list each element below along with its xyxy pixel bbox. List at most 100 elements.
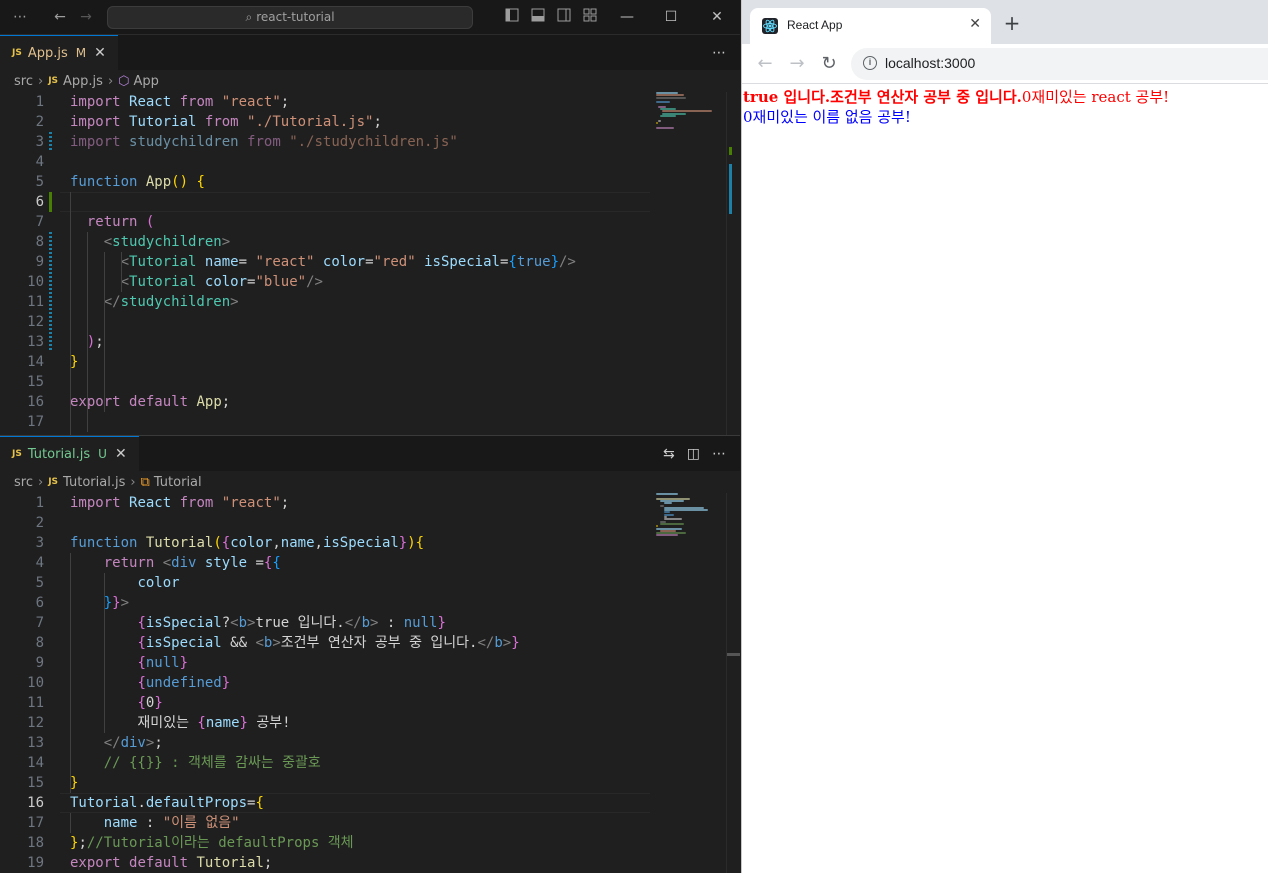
more-actions-icon[interactable]: ⋯ xyxy=(712,446,726,462)
code-line[interactable]: 18};//Tutorial이라는 defaultProps 객체 xyxy=(0,833,650,853)
tab-app-js[interactable]: JS App.js M ✕ xyxy=(0,35,118,70)
javascript-file-icon: JS xyxy=(12,449,22,459)
code-line[interactable]: 1 import React from "react"; xyxy=(0,493,650,513)
code-line[interactable]: 19 export default Tutorial; xyxy=(0,853,650,873)
symbol-method-icon: ⬡ xyxy=(118,73,130,89)
close-tab-icon[interactable]: ✕ xyxy=(94,45,106,61)
code-line[interactable]: 6 xyxy=(0,192,650,212)
minimap[interactable] xyxy=(656,92,726,132)
code-line[interactable]: 13 </div>; xyxy=(0,733,650,753)
back-arrow-icon[interactable]: ← xyxy=(50,8,70,26)
code-line[interactable]: 11 </studychildren> xyxy=(0,292,650,312)
code-line[interactable]: 16 export default App; xyxy=(0,392,650,412)
minimize-icon[interactable]: — xyxy=(616,6,638,28)
info-icon[interactable]: i xyxy=(863,56,877,70)
code-line[interactable]: 3 function Tutorial({color,name,isSpecial… xyxy=(0,533,650,553)
code-line[interactable]: 10 <Tutorial color="blue"/> xyxy=(0,272,650,292)
code-line[interactable]: 12 xyxy=(0,312,650,332)
open-changes-icon[interactable]: ⇆ xyxy=(663,446,675,462)
minimap[interactable] xyxy=(656,493,726,537)
code-line[interactable]: 12 재미있는 {name} 공부! xyxy=(0,713,650,733)
breadcrumb-file[interactable]: Tutorial.js xyxy=(63,475,125,490)
browser-tab-strip: React App ✕ + xyxy=(742,0,1268,44)
forward-arrow-icon[interactable]: → xyxy=(785,52,809,76)
breadcrumb: src › JS App.js › ⬡ App xyxy=(0,70,740,92)
code-line[interactable]: 10 {undefined} xyxy=(0,673,650,693)
breadcrumb-folder[interactable]: src xyxy=(14,74,33,89)
git-change-marker[interactable] xyxy=(49,252,52,272)
git-change-marker[interactable] xyxy=(49,192,52,212)
code-line[interactable]: 14 // {{}} : 객체를 감싸는 중괄호 xyxy=(0,753,650,773)
code-line[interactable]: 6 }}> xyxy=(0,593,650,613)
code-line[interactable]: 17 name : "이름 없음" xyxy=(0,813,650,833)
git-change-marker[interactable] xyxy=(49,272,52,292)
code-line[interactable]: 5 function App() { xyxy=(0,172,650,192)
line-number: 8 xyxy=(35,635,44,651)
code-line[interactable]: 4 xyxy=(0,152,650,172)
tab-filename: App.js xyxy=(27,45,68,61)
more-actions-icon[interactable]: ⋯ xyxy=(712,45,726,61)
toggle-panel-icon[interactable] xyxy=(528,8,548,26)
maximize-icon[interactable]: ☐ xyxy=(660,6,682,28)
breadcrumb-symbol[interactable]: App xyxy=(134,74,159,89)
close-window-icon[interactable]: ✕ xyxy=(706,6,728,28)
search-text: react-tutorial xyxy=(256,10,335,24)
tab-filename: Tutorial.js xyxy=(27,446,91,462)
git-change-marker[interactable] xyxy=(49,232,52,252)
code-line[interactable]: 8 <studychildren> xyxy=(0,232,650,252)
special-bold-true: true 입니다. xyxy=(743,88,830,106)
more-icon[interactable]: ⋯ xyxy=(10,8,30,26)
editor-tutorial-js[interactable]: 1 import React from "react"; 2 3 function Tu… xyxy=(0,493,740,873)
tab-tutorial-js[interactable]: JS Tutorial.js U ✕ xyxy=(0,436,139,471)
git-change-marker[interactable] xyxy=(49,332,52,352)
close-tab-icon[interactable]: ✕ xyxy=(969,16,981,32)
breadcrumb-folder[interactable]: src xyxy=(14,475,33,490)
code-line[interactable]: 5 color xyxy=(0,573,650,593)
git-change-marker[interactable] xyxy=(49,292,52,312)
vertical-scrollbar[interactable] xyxy=(726,493,740,873)
code-line[interactable]: 8 {isSpecial && <b>조건부 연산자 공부 중 입니다.</b>… xyxy=(0,633,650,653)
forward-arrow-icon[interactable]: → xyxy=(76,8,96,26)
code-line[interactable]: 7 return ( xyxy=(0,212,650,232)
code-line[interactable]: 3 import studychildren from "./studychild… xyxy=(0,132,650,152)
code-text: {isSpecial?<b>true 입니다.</b> : null} xyxy=(137,615,446,631)
browser-tab[interactable]: React App ✕ xyxy=(750,8,991,44)
reload-icon[interactable]: ↻ xyxy=(817,52,841,76)
code-line[interactable]: 17 xyxy=(0,412,650,432)
address-bar[interactable]: i localhost:3000 xyxy=(851,48,1268,80)
breadcrumb-symbol[interactable]: Tutorial xyxy=(154,475,202,490)
output-text: 0재미있는 react 공부! xyxy=(1021,88,1170,106)
git-change-marker[interactable] xyxy=(49,312,52,332)
code-line[interactable]: 15} xyxy=(0,773,650,793)
line-number: 2 xyxy=(35,114,44,130)
code-line[interactable]: 2 xyxy=(0,513,650,533)
code-line[interactable]: 1 import React from "react"; xyxy=(0,92,650,112)
command-center-search[interactable]: ⌕ react-tutorial xyxy=(107,6,473,29)
code-line[interactable]: 11 {0} xyxy=(0,693,650,713)
code-line[interactable]: 2 import Tutorial from "./Tutorial.js"; xyxy=(0,112,650,132)
git-change-marker[interactable] xyxy=(49,132,52,152)
code-text: {0} xyxy=(137,695,163,711)
code-line[interactable]: 9 <Tutorial name= "react" color="red" is… xyxy=(0,252,650,272)
close-tab-icon[interactable]: ✕ xyxy=(115,446,127,462)
customize-layout-icon[interactable] xyxy=(580,8,600,26)
line-number: 8 xyxy=(35,234,44,250)
indent-guide xyxy=(104,573,105,613)
code-line[interactable]: 15 xyxy=(0,372,650,392)
breadcrumb-file[interactable]: App.js xyxy=(63,74,103,89)
code-line[interactable]: 14} xyxy=(0,352,650,372)
code-line[interactable]: 4 return <div style ={{ xyxy=(0,553,650,573)
split-editor-icon[interactable]: ◫ xyxy=(687,446,700,462)
code-line[interactable]: 13 ); xyxy=(0,332,650,352)
new-tab-plus-icon[interactable]: + xyxy=(1000,11,1024,35)
code-line[interactable]: 7 {isSpecial?<b>true 입니다.</b> : null} xyxy=(0,613,650,633)
back-arrow-icon[interactable]: ← xyxy=(753,52,777,76)
code-text: <Tutorial name= "react" color="red" isSp… xyxy=(120,254,576,270)
code-line[interactable]: 16 Tutorial.defaultProps={ xyxy=(0,793,650,813)
indent-guide xyxy=(104,252,105,412)
toggle-sidebar-icon[interactable] xyxy=(502,8,522,26)
editor-app-js[interactable]: 1 import React from "react"; 2 import Tutor… xyxy=(0,92,740,435)
toggle-secondary-sidebar-icon[interactable] xyxy=(554,8,574,26)
code-line[interactable]: 9 {null} xyxy=(0,653,650,673)
vertical-scrollbar[interactable] xyxy=(726,92,740,435)
